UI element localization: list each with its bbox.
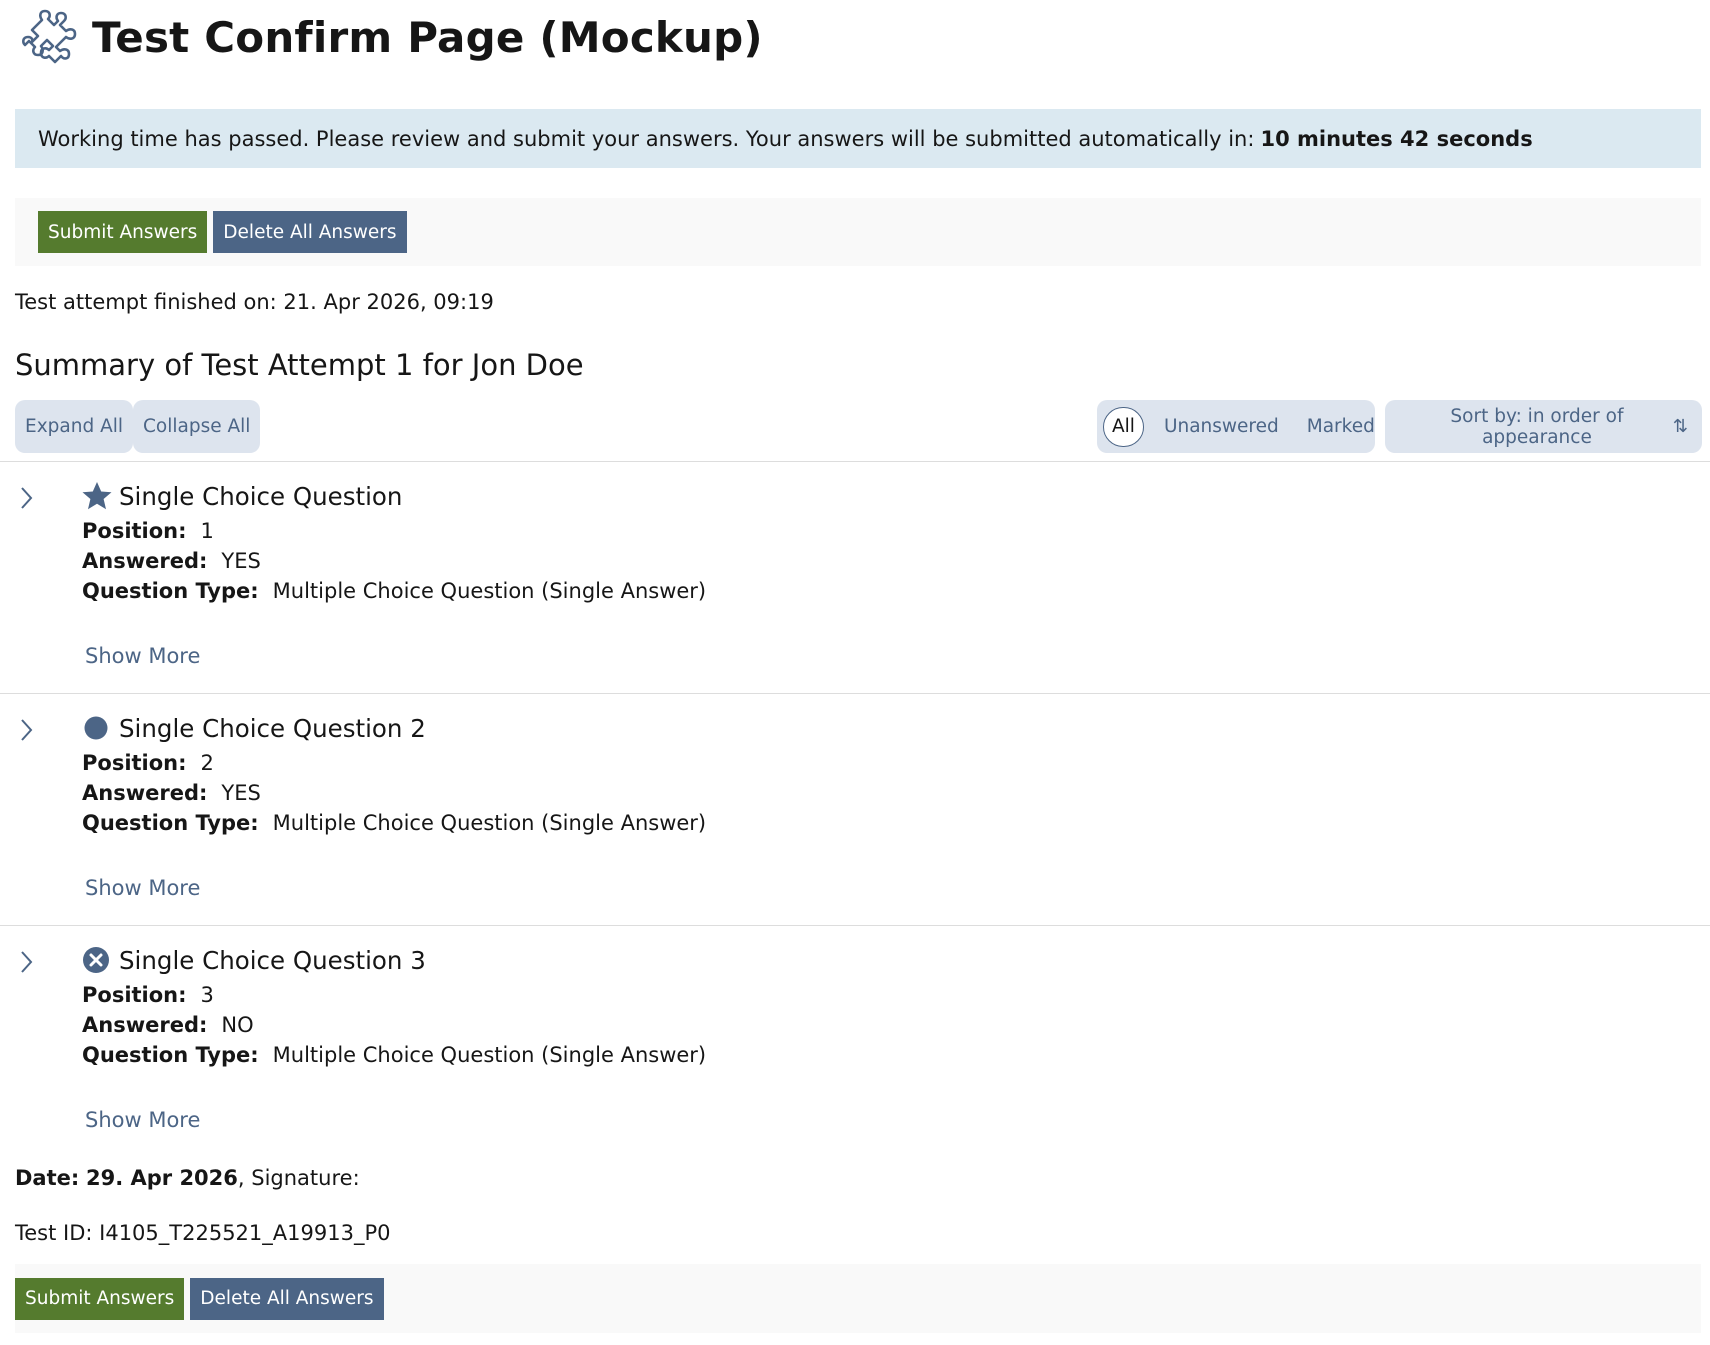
countdown-value: 10 minutes 42 seconds xyxy=(1260,126,1533,151)
position-value: 1 xyxy=(200,519,214,543)
show-more-link[interactable]: Show More xyxy=(85,876,200,900)
question-header: Single Choice Question xyxy=(81,480,402,512)
question-title: Single Choice Question 3 xyxy=(119,945,426,975)
date-label: Date: xyxy=(15,1166,80,1190)
question-header: Single Choice Question 2 xyxy=(81,712,426,744)
attempt-finished-on: Test attempt finished on: 21. Apr 2026, … xyxy=(15,290,494,314)
position-label: Position: xyxy=(82,751,187,775)
test-id: Test ID: I4105_T225521_A19913_P0 xyxy=(15,1221,391,1245)
star-icon xyxy=(81,480,113,512)
submit-answers-button[interactable]: Submit Answers xyxy=(15,1277,185,1320)
chevron-right-icon[interactable] xyxy=(17,717,37,743)
time-passed-notice: Working time has passed. Please review a… xyxy=(15,109,1701,168)
question-type-label: Question Type: xyxy=(82,1043,259,1067)
date-signature-line: Date: 29. Apr 2026, Signature: xyxy=(15,1166,360,1190)
question-type-label: Question Type: xyxy=(82,579,259,603)
filter-all-button[interactable]: All xyxy=(1103,406,1144,447)
position-value: 3 xyxy=(200,983,214,1007)
circle-icon xyxy=(81,712,113,744)
signature-label: , Signature: xyxy=(237,1166,360,1190)
date-value: 29. Apr 2026 xyxy=(85,1166,238,1190)
position-label: Position: xyxy=(82,519,187,543)
question-type-label: Question Type: xyxy=(82,811,259,835)
show-more-link[interactable]: Show More xyxy=(85,1108,200,1132)
page-header: Test Confirm Page (Mockup) xyxy=(18,6,763,68)
question-list: Single Choice Question Position: 1 Answer… xyxy=(0,461,1710,1157)
filter-unanswered-button[interactable]: Unanswered xyxy=(1150,407,1293,447)
question-item: Single Choice Question Position: 1 Answer… xyxy=(0,461,1710,693)
question-type-value: Multiple Choice Question (Single Answer) xyxy=(272,811,707,835)
summary-title: Summary of Test Attempt 1 for Jon Doe xyxy=(15,348,584,382)
collapse-all-button[interactable]: Collapse All xyxy=(133,400,261,453)
question-properties: Position: 1 Answered: YES Question Type: Mu… xyxy=(82,516,706,606)
puzzle-icon xyxy=(18,6,80,68)
sort-arrows-icon: ⇅ xyxy=(1672,416,1688,437)
position-value: 2 xyxy=(200,751,214,775)
submit-answers-button[interactable]: Submit Answers xyxy=(38,211,208,253)
position-label: Position: xyxy=(82,983,187,1007)
chevron-right-icon[interactable] xyxy=(17,949,37,975)
answered-value: NO xyxy=(221,1013,254,1037)
test-confirm-page: Test Confirm Page (Mockup) Working time … xyxy=(0,0,1710,1345)
question-properties: Position: 2 Answered: YES Question Type: Mu… xyxy=(82,748,706,838)
question-type-value: Multiple Choice Question (Single Answer) xyxy=(272,579,707,603)
expand-all-button[interactable]: Expand All xyxy=(15,400,134,453)
question-properties: Position: 3 Answered: NO Question Type: Mul… xyxy=(82,980,706,1070)
answered-value: YES xyxy=(221,781,261,805)
delete-all-answers-button[interactable]: Delete All Answers xyxy=(213,211,407,253)
sort-dropdown[interactable]: Sort by: in order of appearance ⇅ xyxy=(1385,400,1702,453)
filter-group: All Unanswered Marked xyxy=(1097,400,1375,453)
x-circle-icon xyxy=(81,944,113,976)
notice-text: Working time has passed. Please review a… xyxy=(38,126,1255,151)
top-toolbar: Submit Answers Delete All Answers xyxy=(15,198,1701,266)
delete-all-answers-button[interactable]: Delete All Answers xyxy=(190,1277,384,1320)
question-title: Single Choice Question xyxy=(119,481,403,511)
bottom-toolbar: Submit Answers Delete All Answers xyxy=(15,1264,1701,1333)
answered-label: Answered: xyxy=(82,549,208,573)
page-title: Test Confirm Page (Mockup) xyxy=(92,12,763,62)
sort-label: Sort by: in order of appearance xyxy=(1450,405,1624,448)
question-header: Single Choice Question 3 xyxy=(81,944,426,976)
answered-value: YES xyxy=(221,549,261,573)
question-item: Single Choice Question 2 Position: 2 Answ… xyxy=(0,693,1710,925)
question-item: Single Choice Question 3 Position: 3 Answ… xyxy=(0,925,1710,1157)
answered-label: Answered: xyxy=(82,1013,208,1037)
question-type-value: Multiple Choice Question (Single Answer) xyxy=(272,1043,707,1067)
filter-marked-button[interactable]: Marked xyxy=(1293,407,1389,447)
question-title: Single Choice Question 2 xyxy=(119,713,426,743)
chevron-right-icon[interactable] xyxy=(17,485,37,511)
show-more-link[interactable]: Show More xyxy=(85,644,200,668)
answered-label: Answered: xyxy=(82,781,208,805)
